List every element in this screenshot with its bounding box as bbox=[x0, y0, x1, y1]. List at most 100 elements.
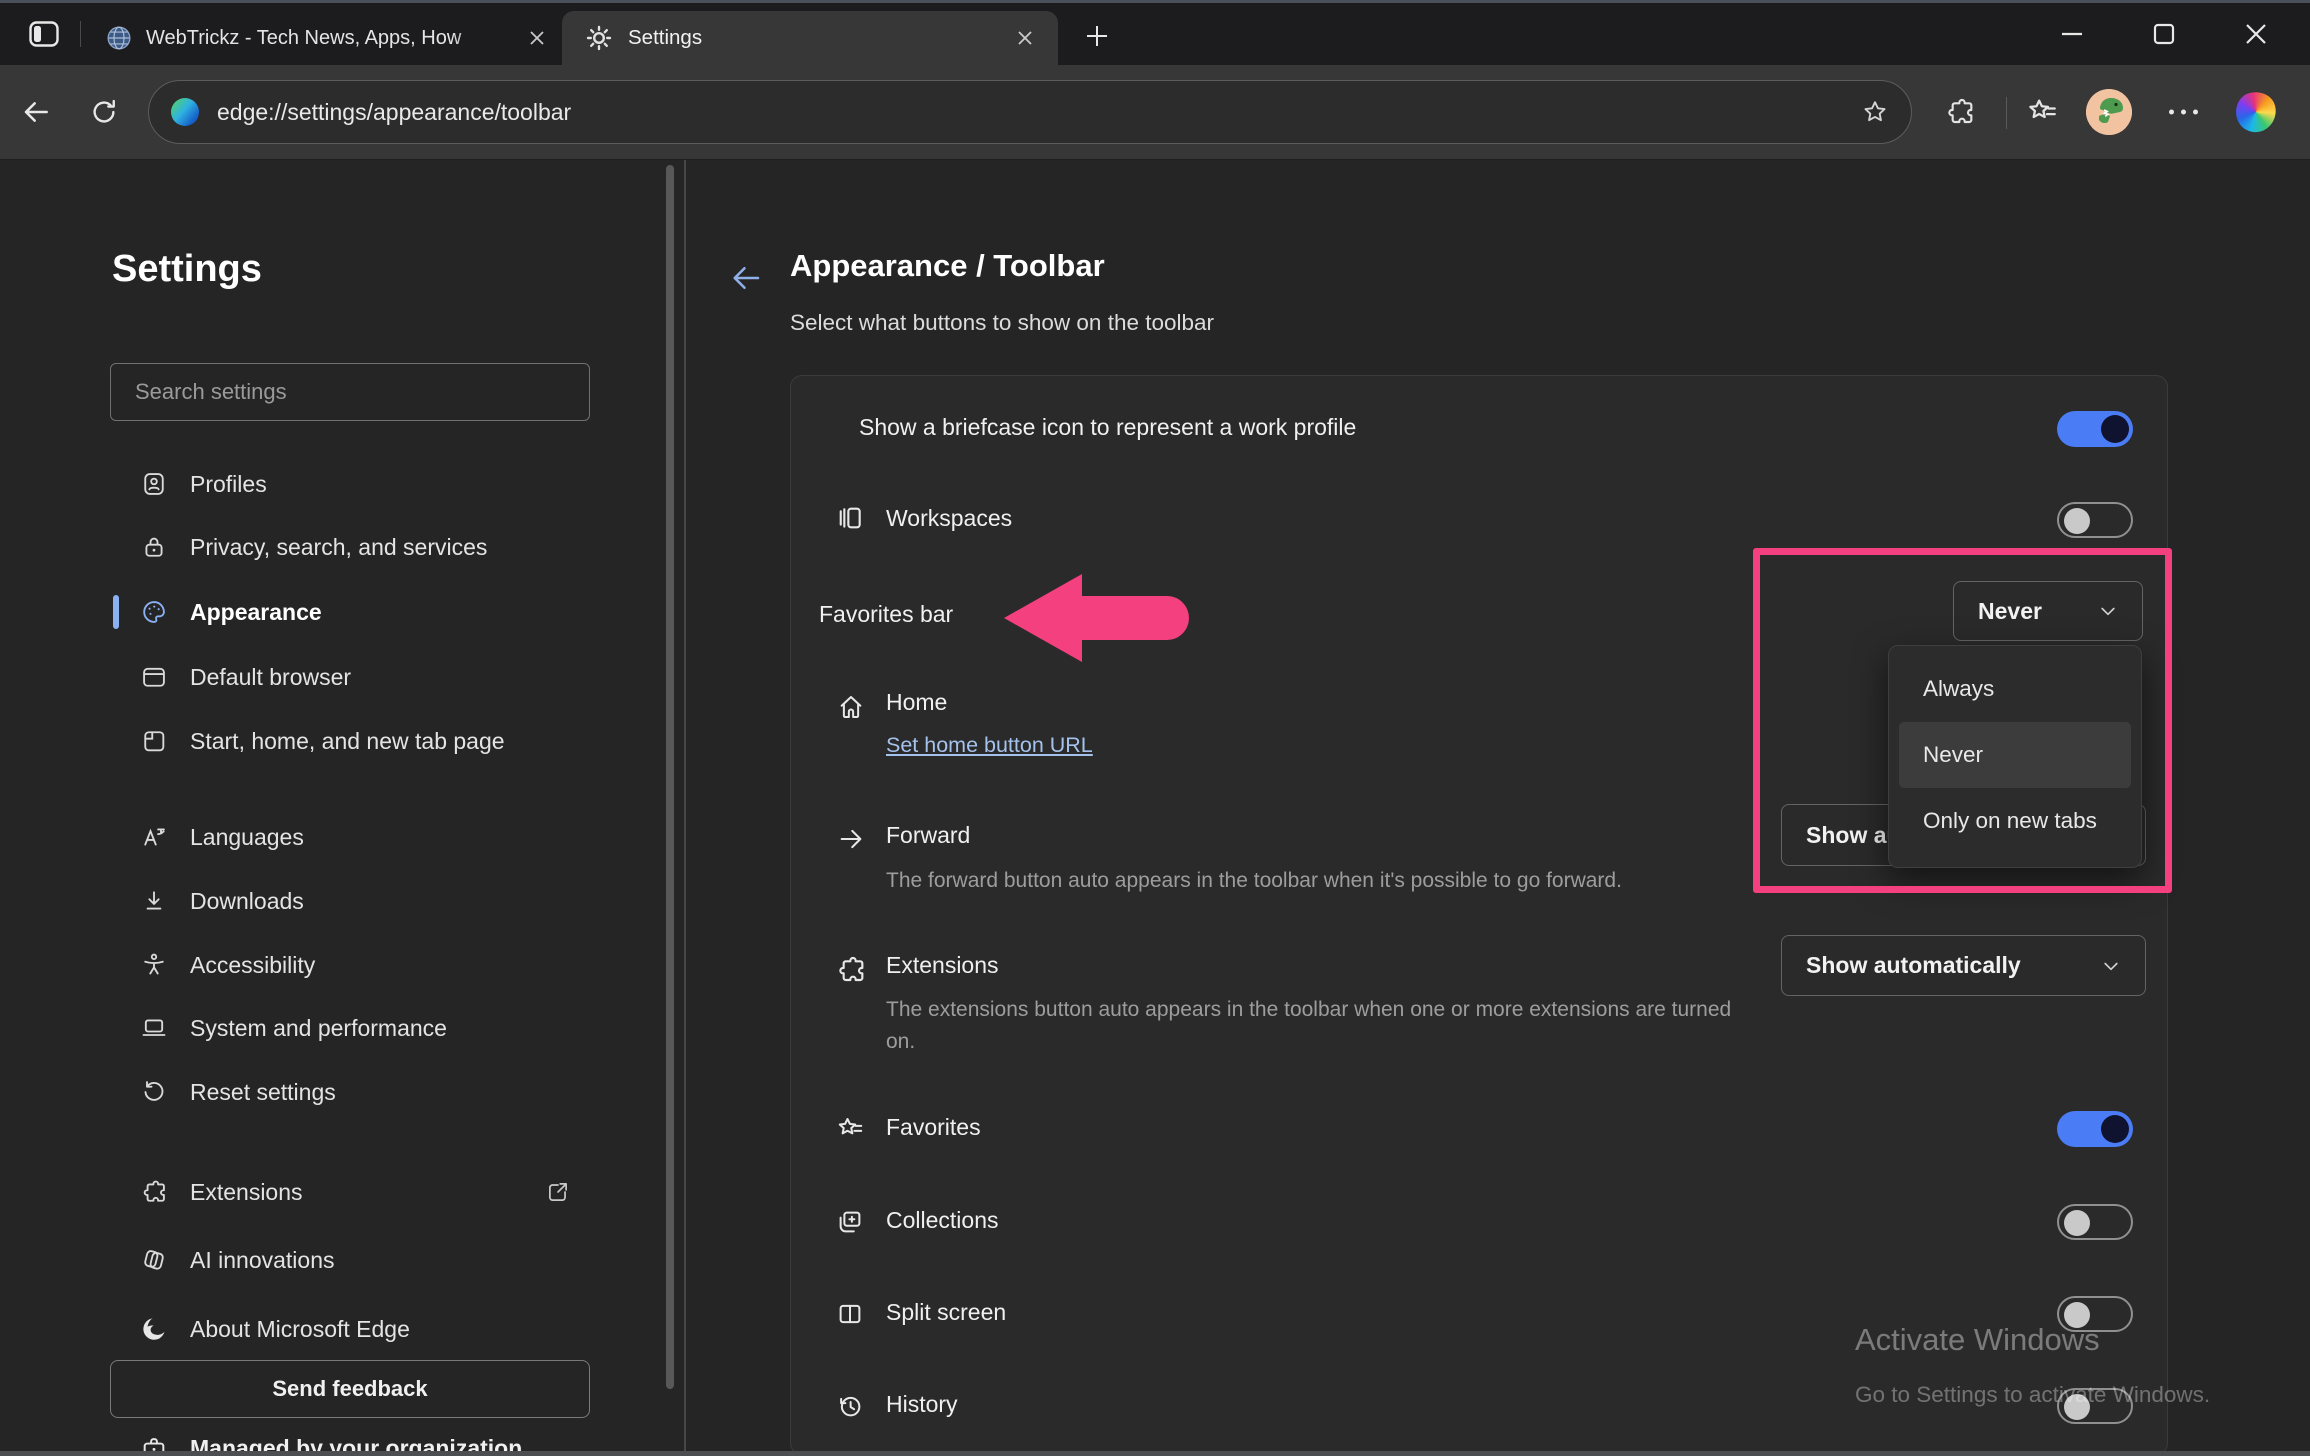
copilot-icon[interactable] bbox=[2234, 92, 2278, 132]
new-tab-page-icon bbox=[140, 727, 168, 755]
search-settings-input[interactable] bbox=[110, 363, 590, 421]
sidebar-item-default-browser[interactable]: Default browser bbox=[110, 648, 610, 706]
collections-label: Collections bbox=[886, 1207, 999, 1234]
back-arrow-icon[interactable] bbox=[728, 260, 764, 296]
download-icon bbox=[140, 887, 168, 915]
settings-card: Show a briefcase icon to represent a wor… bbox=[790, 375, 2168, 1451]
sidebar-item-ai-innovations[interactable]: AI innovations bbox=[110, 1231, 610, 1289]
sidebar-scrollbar[interactable] bbox=[666, 165, 674, 1389]
browser-window-icon bbox=[140, 663, 168, 691]
external-link-icon bbox=[545, 1179, 571, 1205]
address-bar[interactable]: edge://settings/appearance/toolbar bbox=[148, 80, 1912, 144]
collections-icon bbox=[835, 1207, 865, 1237]
extensions-puzzle-icon bbox=[835, 954, 867, 986]
workspaces-toggle[interactable] bbox=[2057, 502, 2133, 538]
favorites-toggle[interactable] bbox=[2057, 1111, 2133, 1147]
sidebar-item-extensions[interactable]: Extensions bbox=[110, 1163, 610, 1221]
briefcase-toggle[interactable] bbox=[2057, 411, 2133, 447]
send-feedback-button[interactable]: Send feedback bbox=[110, 1360, 590, 1418]
set-home-url-link[interactable]: Set home button URL bbox=[886, 733, 1093, 758]
home-label: Home bbox=[886, 689, 947, 716]
toolbar-divider bbox=[2006, 97, 2007, 129]
sidebar-item-about-edge[interactable]: About Microsoft Edge bbox=[110, 1300, 610, 1358]
favorites-bar-label: Favorites bar bbox=[819, 601, 953, 628]
palette-icon bbox=[140, 598, 168, 626]
extensions-description: The extensions button auto appears in th… bbox=[886, 994, 1736, 1058]
title-bar: WebTrickz - Tech News, Apps, How Setting… bbox=[0, 3, 2310, 65]
history-clock-icon bbox=[835, 1391, 865, 1421]
split-screen-icon bbox=[835, 1299, 865, 1329]
ai-copilot-icon bbox=[140, 1246, 168, 1274]
new-tab-button[interactable] bbox=[1080, 19, 1114, 53]
tab-title: WebTrickz - Tech News, Apps, How bbox=[146, 27, 498, 50]
favorites-bar-dropdown-menu: Always Never Only on new tabs bbox=[1888, 645, 2142, 868]
tab-close-icon[interactable] bbox=[528, 29, 546, 47]
back-button[interactable] bbox=[16, 96, 56, 128]
split-screen-label: Split screen bbox=[886, 1299, 1006, 1326]
sidebar-title: Settings bbox=[112, 248, 262, 291]
favorites-star-icon bbox=[835, 1114, 865, 1144]
sidebar-item-privacy[interactable]: Privacy, search, and services bbox=[110, 518, 610, 576]
sidebar-item-start-home-newtab[interactable]: Start, home, and new tab page bbox=[110, 712, 610, 770]
sidebar-item-reset-settings[interactable]: Reset settings bbox=[110, 1063, 610, 1121]
chevron-down-icon bbox=[2098, 601, 2118, 621]
briefcase-row-label: Show a briefcase icon to represent a wor… bbox=[859, 414, 1356, 441]
titlebar-divider bbox=[80, 21, 81, 47]
window-bottom-edge bbox=[0, 1451, 2310, 1456]
favorites-bar-dropdown[interactable]: Never bbox=[1953, 581, 2143, 641]
edge-logo-icon bbox=[171, 98, 199, 126]
briefcase-icon bbox=[140, 1434, 168, 1451]
menu-item-only-new-tabs[interactable]: Only on new tabs bbox=[1889, 788, 2141, 854]
globe-favicon-icon bbox=[106, 25, 132, 51]
menu-item-never[interactable]: Never bbox=[1899, 722, 2131, 788]
languages-icon bbox=[140, 823, 168, 851]
extensions-dropdown[interactable]: Show automatically bbox=[1781, 935, 2146, 996]
sidebar-item-accessibility[interactable]: Accessibility bbox=[110, 936, 610, 994]
tab-settings[interactable]: Settings bbox=[562, 11, 1058, 65]
managed-by-organization[interactable]: Managed by your organization bbox=[110, 1422, 630, 1451]
history-toggle[interactable] bbox=[2057, 1388, 2133, 1424]
sidebar-item-profiles[interactable]: Profiles bbox=[110, 455, 610, 513]
home-icon bbox=[836, 692, 866, 722]
extensions-puzzle-icon[interactable] bbox=[1942, 96, 1978, 128]
favorites-label: Favorites bbox=[886, 1114, 981, 1141]
maximize-button[interactable] bbox=[2140, 15, 2188, 53]
accessibility-icon bbox=[140, 951, 168, 979]
close-button[interactable] bbox=[2232, 15, 2280, 53]
page-title: Appearance / Toolbar bbox=[790, 248, 1105, 284]
forward-label: Forward bbox=[886, 822, 970, 849]
tab-webtrickz[interactable]: WebTrickz - Tech News, Apps, How bbox=[92, 12, 560, 64]
main-content: Appearance / Toolbar Select what buttons… bbox=[686, 160, 2310, 1451]
browser-toolbar: edge://settings/appearance/toolbar bbox=[0, 65, 2310, 160]
profile-avatar[interactable] bbox=[2086, 89, 2132, 135]
tab-actions-icon[interactable] bbox=[24, 18, 64, 50]
settings-sidebar: Settings Profiles Privacy, search, and s… bbox=[0, 160, 684, 1451]
page-subtitle: Select what buttons to show on the toolb… bbox=[790, 310, 1214, 336]
split-screen-toggle[interactable] bbox=[2057, 1296, 2133, 1332]
sidebar-item-downloads[interactable]: Downloads bbox=[110, 872, 610, 930]
history-label: History bbox=[886, 1391, 958, 1418]
browser-window: WebTrickz - Tech News, Apps, How Setting… bbox=[0, 0, 2310, 1456]
settings-menu-ellipsis-icon[interactable] bbox=[2162, 110, 2204, 115]
favorites-hub-icon[interactable] bbox=[2022, 95, 2062, 129]
collections-toggle[interactable] bbox=[2057, 1204, 2133, 1240]
gear-icon bbox=[586, 25, 612, 51]
menu-item-always[interactable]: Always bbox=[1889, 656, 2141, 722]
refresh-button[interactable] bbox=[84, 97, 124, 127]
lock-icon bbox=[140, 533, 168, 561]
add-favorite-star-icon[interactable] bbox=[1861, 98, 1889, 126]
sidebar-item-system-performance[interactable]: System and performance bbox=[110, 999, 610, 1057]
minimize-button[interactable] bbox=[2048, 15, 2096, 53]
reset-icon bbox=[140, 1078, 168, 1106]
selected-indicator bbox=[113, 595, 119, 629]
tab-title: Settings bbox=[628, 26, 702, 50]
tab-close-icon[interactable] bbox=[1016, 29, 1034, 47]
annotation-arrow bbox=[1004, 574, 1189, 662]
forward-description: The forward button auto appears in the t… bbox=[886, 865, 1622, 897]
workspaces-icon bbox=[835, 502, 867, 534]
sidebar-item-languages[interactable]: Languages bbox=[110, 808, 610, 866]
sidebar-item-appearance[interactable]: Appearance bbox=[110, 583, 610, 641]
extensions-label: Extensions bbox=[886, 952, 999, 979]
forward-arrow-icon bbox=[836, 824, 866, 854]
puzzle-icon bbox=[140, 1178, 168, 1206]
